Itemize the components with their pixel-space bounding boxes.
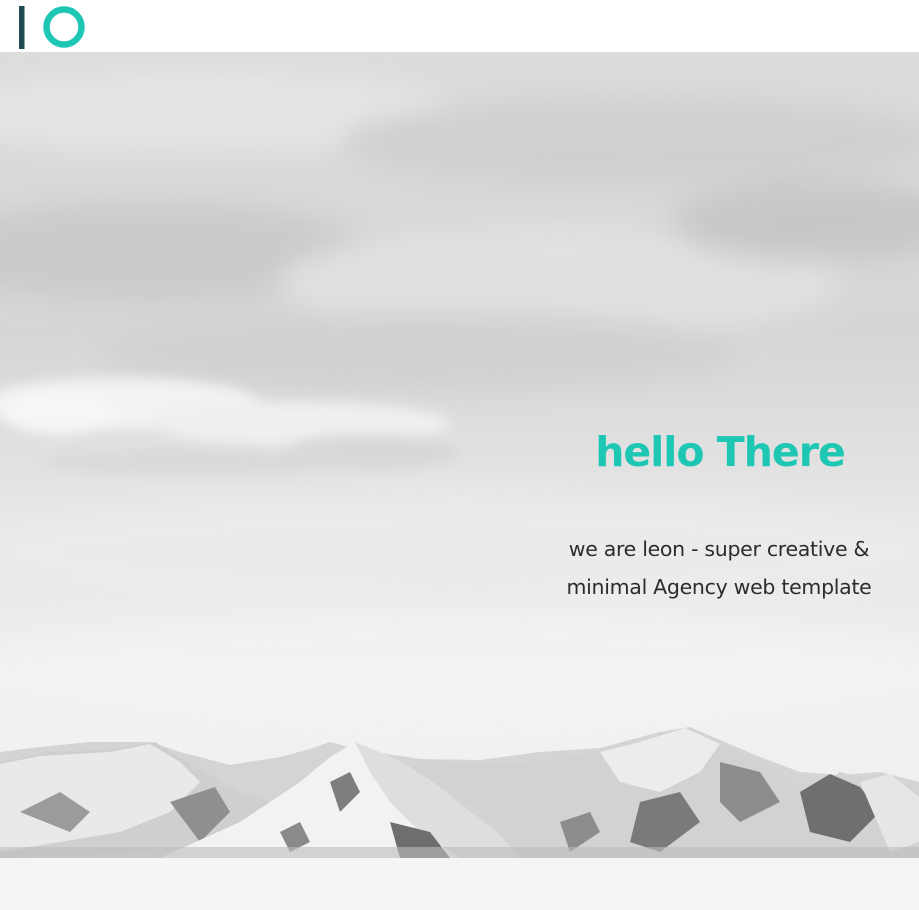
hero-section: hello There we are leon - super creative… xyxy=(0,52,919,858)
hero-subtitle-line-1: we are leon - super creative & xyxy=(568,537,870,561)
hero-subtitle-line-2: minimal Agency web template xyxy=(566,575,872,599)
io-logo-icon[interactable] xyxy=(16,6,92,50)
hero-title: hello There xyxy=(595,428,846,476)
site-header xyxy=(0,0,919,52)
hero-subtitle: we are leon - super creative & minimal A… xyxy=(540,530,898,606)
next-section-strip xyxy=(0,858,919,910)
